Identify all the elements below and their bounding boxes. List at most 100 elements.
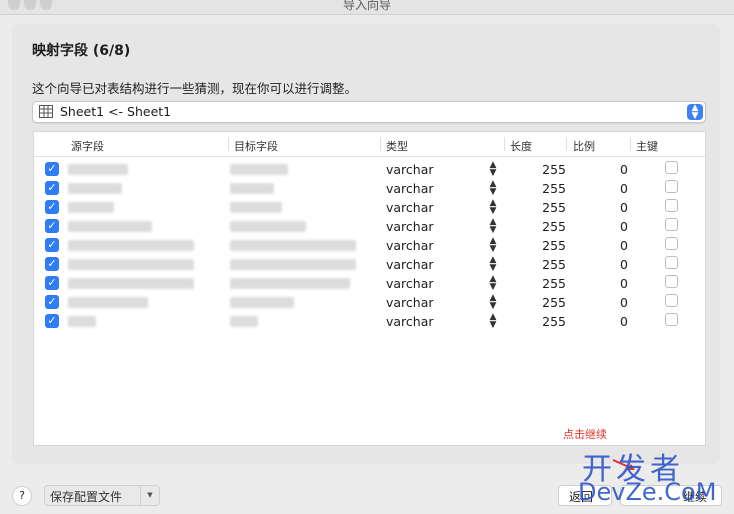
scale-field[interactable]: 0: [594, 314, 628, 329]
type-select-value[interactable]: varchar: [386, 181, 434, 196]
target-field-redacted[interactable]: [230, 164, 288, 175]
source-field-redacted: [68, 297, 148, 308]
source-field-redacted: [68, 221, 152, 232]
length-field[interactable]: 255: [528, 257, 566, 272]
column-divider: [504, 137, 505, 151]
scale-field[interactable]: 0: [594, 238, 628, 253]
scale-field[interactable]: 0: [594, 162, 628, 177]
target-field-redacted[interactable]: [230, 316, 258, 327]
table-row[interactable]: ✓ varchar ▲ ▼ 255 0: [34, 179, 705, 198]
table-row[interactable]: ✓ varchar ▲ ▼ 255 0: [34, 236, 705, 255]
source-field-redacted: [68, 316, 96, 327]
chevron-updown-icon[interactable]: ▲ ▼: [488, 161, 498, 178]
click-continue-annotation: 点击继续: [563, 428, 607, 441]
table-row[interactable]: ✓ varchar ▲ ▼ 255 0: [34, 293, 705, 312]
type-select-value[interactable]: varchar: [386, 162, 434, 177]
chevron-updown-icon[interactable]: ▲ ▼: [488, 180, 498, 197]
type-select-value[interactable]: varchar: [386, 276, 434, 291]
save-profile-button[interactable]: 保存配置文件 ▼: [44, 485, 160, 506]
column-divider: [380, 137, 381, 151]
scale-field[interactable]: 0: [594, 181, 628, 196]
primary-key-checkbox[interactable]: [665, 313, 678, 326]
chevron-updown-icon[interactable]: ▲ ▼: [488, 237, 498, 254]
include-checkbox[interactable]: ✓: [45, 276, 59, 290]
primary-key-checkbox[interactable]: [665, 180, 678, 193]
step-description: 这个向导已对表结构进行一些猜测，现在你可以进行调整。: [32, 81, 358, 96]
watermark-logo: DevZe.CoM: [578, 478, 717, 506]
length-field[interactable]: 255: [528, 276, 566, 291]
length-field[interactable]: 255: [528, 219, 566, 234]
include-checkbox[interactable]: ✓: [45, 238, 59, 252]
chevron-updown-icon[interactable]: ▲ ▼: [488, 275, 498, 292]
chevron-updown-icon[interactable]: ▲ ▼: [488, 313, 498, 330]
source-field-redacted: [68, 240, 194, 251]
include-checkbox[interactable]: ✓: [45, 257, 59, 271]
type-select-value[interactable]: varchar: [386, 238, 434, 253]
chevron-updown-icon[interactable]: ▲ ▼: [488, 256, 498, 273]
scale-field[interactable]: 0: [594, 257, 628, 272]
include-checkbox[interactable]: ✓: [45, 200, 59, 214]
table-row[interactable]: ✓ varchar ▲ ▼ 255 0: [34, 255, 705, 274]
length-field[interactable]: 255: [528, 162, 566, 177]
primary-key-checkbox[interactable]: [665, 161, 678, 174]
length-field[interactable]: 255: [528, 200, 566, 215]
scale-field[interactable]: 0: [594, 276, 628, 291]
window-title: 导入向导: [342, 0, 391, 12]
include-checkbox[interactable]: ✓: [45, 314, 59, 328]
column-header-target[interactable]: 目标字段: [234, 138, 278, 154]
table-row[interactable]: ✓ varchar ▲ ▼ 255 0: [34, 198, 705, 217]
sheet-select[interactable]: Sheet1 <- Sheet1 ▲ ▼: [32, 101, 706, 123]
include-checkbox[interactable]: ✓: [45, 295, 59, 309]
type-select-value[interactable]: varchar: [386, 219, 434, 234]
primary-key-checkbox[interactable]: [665, 275, 678, 288]
column-divider: [228, 137, 229, 151]
primary-key-checkbox[interactable]: [665, 237, 678, 250]
help-button[interactable]: ?: [12, 486, 32, 506]
target-field-redacted[interactable]: [230, 221, 306, 232]
column-header-type[interactable]: 类型: [386, 138, 408, 154]
table-row[interactable]: ✓ varchar ▲ ▼ 255 0: [34, 217, 705, 236]
column-header-source[interactable]: 源字段: [71, 138, 104, 154]
table-row[interactable]: ✓ varchar ▲ ▼ 255 0: [34, 312, 705, 331]
primary-key-checkbox[interactable]: [665, 256, 678, 269]
length-field[interactable]: 255: [528, 238, 566, 253]
column-divider: [630, 137, 631, 151]
chevron-down-icon[interactable]: ▼: [140, 486, 159, 505]
include-checkbox[interactable]: ✓: [45, 181, 59, 195]
source-field-redacted: [68, 164, 128, 175]
table-row[interactable]: ✓ varchar ▲ ▼ 255 0: [34, 274, 705, 293]
primary-key-checkbox[interactable]: [665, 218, 678, 231]
column-header-scale[interactable]: 比例: [573, 138, 595, 154]
primary-key-checkbox[interactable]: [665, 199, 678, 212]
length-field[interactable]: 255: [528, 295, 566, 310]
column-header-primary-key[interactable]: 主键: [636, 138, 658, 154]
table-grid-icon: [39, 105, 53, 118]
scale-field[interactable]: 0: [594, 219, 628, 234]
chevron-updown-icon[interactable]: ▲ ▼: [488, 294, 498, 311]
target-field-redacted[interactable]: [230, 259, 356, 270]
target-field-redacted[interactable]: [230, 297, 294, 308]
primary-key-checkbox[interactable]: [665, 294, 678, 307]
type-select-value[interactable]: varchar: [386, 200, 434, 215]
chevron-updown-icon[interactable]: ▲ ▼: [687, 104, 703, 121]
target-field-redacted[interactable]: [230, 202, 282, 213]
type-select-value[interactable]: varchar: [386, 314, 434, 329]
type-select-value[interactable]: varchar: [386, 295, 434, 310]
source-field-redacted: [68, 183, 122, 194]
length-field[interactable]: 255: [528, 314, 566, 329]
scale-field[interactable]: 0: [594, 200, 628, 215]
include-checkbox[interactable]: ✓: [45, 219, 59, 233]
column-header-length[interactable]: 长度: [510, 138, 532, 154]
chevron-updown-icon[interactable]: ▲ ▼: [488, 218, 498, 235]
type-select-value[interactable]: varchar: [386, 257, 434, 272]
source-field-redacted: [68, 202, 114, 213]
chevron-updown-icon[interactable]: ▲ ▼: [488, 199, 498, 216]
table-header: 源字段 目标字段 类型 长度 比例 主键: [34, 132, 705, 157]
scale-field[interactable]: 0: [594, 295, 628, 310]
target-field-redacted[interactable]: [230, 183, 274, 194]
target-field-redacted[interactable]: [230, 240, 356, 251]
include-checkbox[interactable]: ✓: [45, 162, 59, 176]
length-field[interactable]: 255: [528, 181, 566, 196]
target-field-redacted[interactable]: [230, 278, 350, 289]
table-row[interactable]: ✓ varchar ▲ ▼ 255 0: [34, 160, 705, 179]
